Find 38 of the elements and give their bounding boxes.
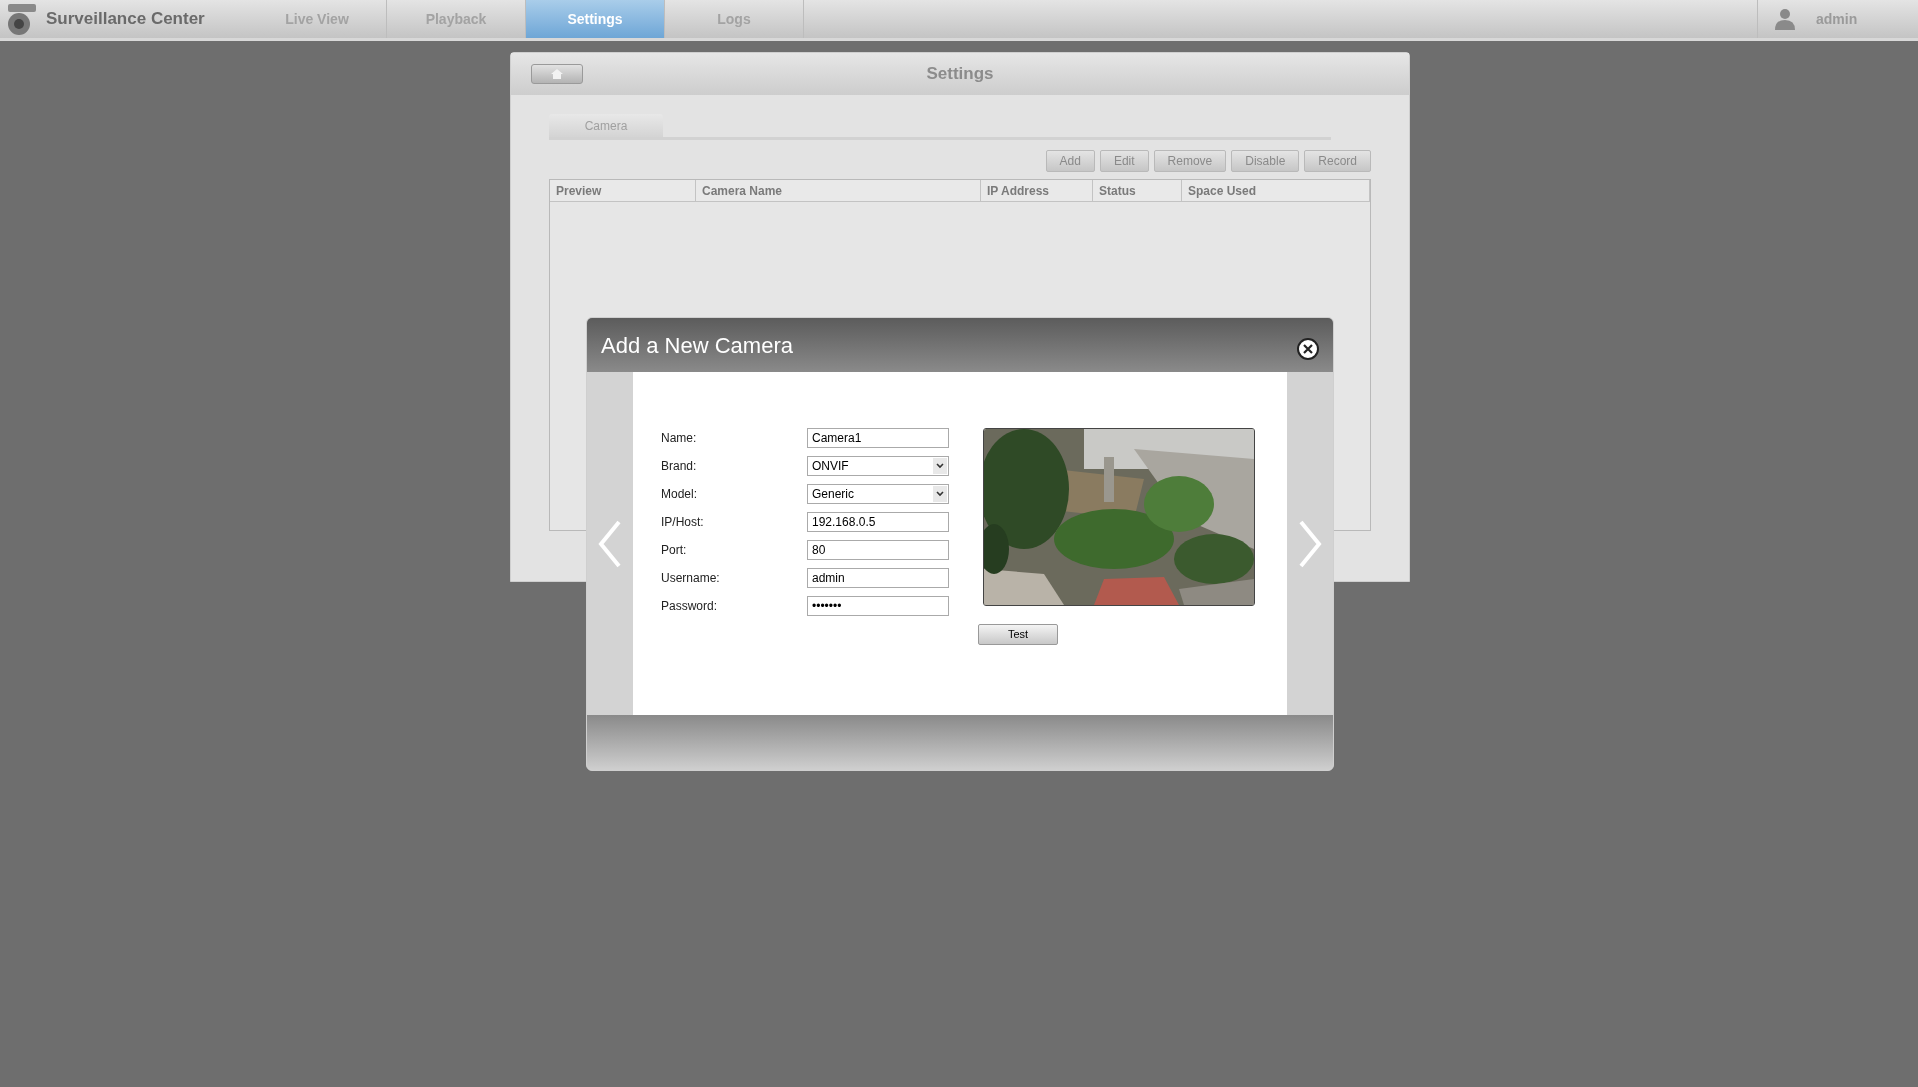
field-label: Brand: xyxy=(661,458,698,475)
field-label: Username: xyxy=(661,570,721,587)
toolbar-button[interactable]: Remove xyxy=(1153,150,1227,172)
home-icon xyxy=(551,69,563,79)
close-button[interactable] xyxy=(1297,338,1319,360)
user-name[interactable]: admin xyxy=(1816,8,1858,30)
field-label: Port: xyxy=(661,542,688,559)
home-button[interactable] xyxy=(531,64,583,84)
dropdown[interactable]: Generic xyxy=(807,484,949,504)
input-field[interactable]: Camera1 xyxy=(807,428,949,448)
column-header[interactable]: IP Address xyxy=(981,180,1093,201)
column-header[interactable]: Space Used xyxy=(1182,180,1370,201)
test-button[interactable]: Test xyxy=(978,624,1058,645)
toolbar-button[interactable]: Add xyxy=(1045,150,1095,172)
column-header[interactable]: Status xyxy=(1093,180,1182,201)
input-field[interactable]: admin xyxy=(807,568,949,588)
close-icon xyxy=(1303,344,1313,354)
dropdown[interactable]: ONVIF xyxy=(807,456,949,476)
caret-icon xyxy=(933,458,947,474)
field-label: Name: xyxy=(661,430,698,447)
input-field[interactable]: 192.168.0.5 xyxy=(807,512,949,532)
panel-title: Settings xyxy=(926,63,994,86)
caret-icon xyxy=(933,486,947,502)
dialog-title: Add a New Camera xyxy=(601,331,793,360)
toolbar-button[interactable]: Edit xyxy=(1099,150,1149,172)
toolbar-button[interactable]: Record xyxy=(1304,150,1371,172)
input-field[interactable]: ••••••• xyxy=(807,596,949,616)
field-label: Password: xyxy=(661,598,719,615)
nav-tab[interactable]: Settings xyxy=(526,0,665,38)
user-icon xyxy=(1774,8,1796,30)
input-field[interactable]: 80 xyxy=(807,540,949,560)
section-tab[interactable]: Camera xyxy=(549,114,663,137)
field-label: IP/Host: xyxy=(661,514,705,531)
field-label: Model: xyxy=(661,486,699,503)
column-header[interactable]: Camera Name xyxy=(696,180,981,201)
app-title: Surveillance Center xyxy=(46,8,205,31)
column-header[interactable]: Preview xyxy=(550,180,696,201)
toolbar-button[interactable]: Disable xyxy=(1231,150,1300,172)
